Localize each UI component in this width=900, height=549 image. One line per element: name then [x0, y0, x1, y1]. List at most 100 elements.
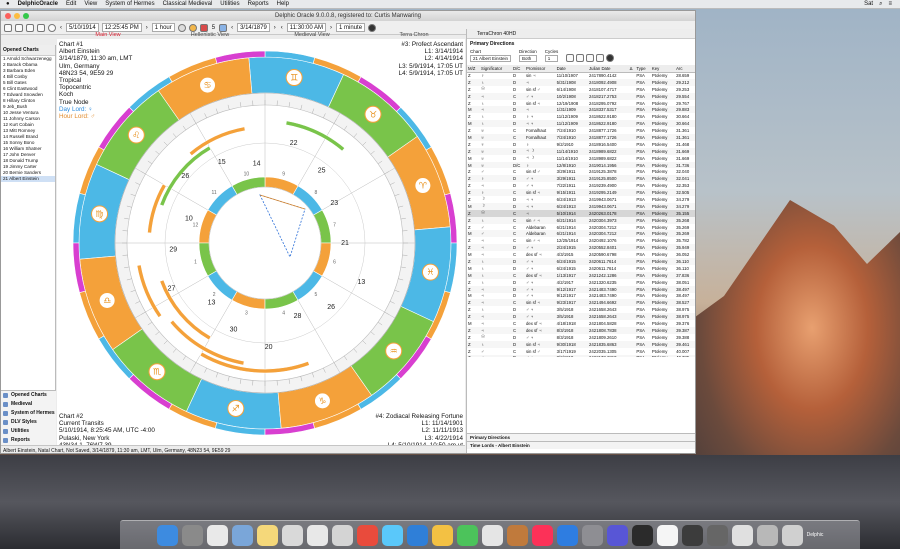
chart-wheel-icon[interactable] — [48, 23, 56, 32]
print-icon[interactable] — [37, 23, 45, 32]
column-header[interactable]: Arc — [675, 65, 695, 73]
dock-app-icon[interactable] — [756, 524, 778, 546]
menu-help[interactable]: Help — [277, 1, 289, 7]
menu-system-of-hermes[interactable]: System of Hermes — [105, 1, 154, 7]
tab-medieval-view[interactable]: Medieval View — [261, 31, 363, 39]
dock-app-icon[interactable] — [681, 524, 703, 546]
table-row[interactable]: Z ♃ D ♂ ♃ 2/24/1915 2420552.8401 PSA Ptolemy 35.… — [467, 244, 695, 252]
table-row[interactable]: M ♅ D/C ♀ 12/8/1910 2419014.1956 PSA Ptolemy 31.… — [467, 161, 695, 169]
column-header[interactable]: Julian Date — [588, 65, 629, 73]
export-icon[interactable] — [586, 54, 595, 62]
table-row[interactable]: M ☽ D ♃ ♃ 6/24/1913 2419943.0671 PSA Ptolemy 34.… — [467, 202, 695, 210]
table-row[interactable]: M ♅ D ♃ ☽ 11/14/1910 2418989.6822 PSA Ptolemy 31… — [467, 155, 695, 162]
dock-app-icon[interactable] — [206, 524, 228, 546]
dock-app-icon[interactable] — [506, 524, 528, 546]
table-row[interactable]: Z ☉ C ♃ 5/10/1914 2420263.0178 PSA Ptolemy 35.15… — [467, 209, 695, 217]
settings-icon[interactable] — [596, 54, 605, 62]
next-progression-button[interactable]: › — [273, 25, 277, 31]
table-row[interactable]: Z ♀ D ♂ ♃ 3/29/1911 2419125.8500 PSA Ptolemy 32.… — [467, 175, 695, 183]
table-row[interactable]: M ♃ Cdex sf ♃ 4/3/1915 2420590.6798 PSA Ptolem… — [467, 251, 695, 258]
column-header[interactable]: Δ — [628, 65, 636, 73]
dock-app-icon[interactable] — [231, 524, 253, 546]
close-window-icon[interactable] — [5, 13, 11, 19]
table-row[interactable]: Z ♅ C Fomalhaut 7/24/1910 2418877.1726 PSA Ptol… — [467, 127, 695, 134]
dock-app-icon[interactable] — [406, 524, 428, 546]
dock-app-icon[interactable] — [631, 524, 653, 546]
table-row[interactable]: Z♃D♂ ♃8/2/19192422173.2810 PSAPtolemy40.3… — [467, 354, 695, 357]
table-row[interactable]: Z ♃ Csin sf ♃ 9/23/1917 2421494.6692 PSA Ptole… — [467, 299, 695, 307]
dock-app-icon[interactable] — [606, 524, 628, 546]
column-header[interactable]: Date — [555, 65, 589, 73]
primary-directions-footer[interactable]: Primary Directions — [467, 433, 695, 441]
table-row[interactable]: Z ♃ D ♂ ♃ 7/22/1911 2419239.4900 PSA Ptolemy 32.… — [467, 182, 695, 189]
dock-app-icon[interactable] — [556, 524, 578, 546]
menu-reports[interactable]: Reports — [248, 1, 269, 7]
table-row[interactable]: Z ♃ Csin ♂ ♃ 12/25/1914 2420492.1076 PSA Ptole… — [467, 237, 695, 244]
nav-opened-charts[interactable]: Opened Charts — [1, 391, 56, 400]
menu-clock[interactable]: Sat — [864, 1, 873, 8]
table-row[interactable]: Z ♂ Csin sf ♂ 3/29/1911 2419125.3878 PSA Ptole… — [467, 168, 695, 175]
table-row[interactable]: Z ♄ D ♂ ♃ 6/24/1915 2420611.7614 PSA Ptolemy 36.… — [467, 258, 695, 265]
table-row[interactable]: Z ♄ Dsin sf ♃ 9/30/1918 2421835.6863 PSA Ptole… — [467, 340, 695, 348]
dock-app-icon[interactable] — [181, 524, 203, 546]
refresh-icon[interactable] — [566, 54, 575, 62]
next-time-button[interactable]: › — [329, 25, 333, 31]
table-row[interactable]: Z ☉ D ♂ ♃ 8/3/1918 2421809.2610 PSA Ptolemy 39.3… — [467, 334, 695, 341]
dock-app-icon[interactable] — [481, 524, 503, 546]
table-row[interactable]: Z ♃ D ♂ ♃ 3/5/1918 2421658.2643 PSA Ptolemy 38.9… — [467, 313, 695, 321]
dock-app-icon[interactable] — [431, 524, 453, 546]
table-row[interactable]: Z ♃ C ♂ ♃ 10/2/1908 2418217.2753 PSA Ptolemy 29.… — [467, 92, 695, 100]
dock-app-icon[interactable] — [531, 524, 553, 546]
dock-app-icon[interactable] — [306, 524, 328, 546]
menu-utilities[interactable]: Utilities — [220, 1, 239, 7]
table-row[interactable]: M ♄ D ♃ ♃ 11/12/1909 2418622.9180 PSA Ptolemy 30… — [467, 120, 695, 128]
table-row[interactable]: Z ♄ D ♃ 5/31/1908 2418092.4908 PSA Ptolemy 29.21… — [467, 78, 695, 86]
dock-app-icon[interactable] — [456, 524, 478, 546]
table-row[interactable]: Z ♆ D ♀ 9/2/1910 2418916.5400 PSA Ptolemy 31.468 — [467, 141, 695, 148]
column-header[interactable]: Promissor — [524, 65, 556, 73]
table-row[interactable]: M ♅ C Fomalhaut 7/24/1910 2418877.1726 PSA Ptol… — [467, 134, 695, 141]
dock-app-icon[interactable] — [256, 524, 278, 546]
table-row[interactable]: Z ♃ Cdex sf ♃ 8/3/1918 2421808.7838 PSA Ptolem… — [467, 326, 695, 334]
print-directions-icon[interactable] — [576, 54, 585, 62]
menu-view[interactable]: View — [84, 1, 97, 7]
search-icon[interactable]: ⌕ — [879, 1, 882, 8]
menu-edit[interactable]: Edit — [66, 1, 76, 7]
column-header[interactable]: Significator — [479, 65, 512, 73]
menu-list-icon[interactable]: ≡ — [888, 1, 892, 8]
close-icon[interactable] — [606, 54, 615, 62]
nav-utilities[interactable]: Utilities — [1, 427, 56, 436]
tab-main-view[interactable]: Main View — [57, 31, 159, 39]
opened-chart-item[interactable]: 21 Albert Einstein — [1, 176, 55, 182]
minimize-window-icon[interactable] — [14, 13, 20, 19]
table-row[interactable]: M ♄ Cdex sf ♃ 1/13/1917 2421242.1286 PSA Ptole… — [467, 271, 695, 279]
dock-app-icon[interactable] — [356, 524, 378, 546]
previous-time-button[interactable]: ‹ — [280, 25, 284, 31]
dock-app-icon[interactable] — [156, 524, 178, 546]
table-row[interactable]: M ♂ C Aldebaran 6/21/1914 2420304.7212 PSA Ptol… — [467, 230, 695, 238]
save-chart-icon[interactable] — [26, 23, 34, 32]
table-row[interactable]: Z ☽ D ♃ ♃ 6/24/1913 2419943.0671 PSA Ptolemy 34.… — [467, 196, 695, 203]
table-row[interactable]: Z ♄ D ♂ ♃ 4/2/1917 2421320.6235 PSA Ptolemy 38.0… — [467, 279, 695, 286]
next-step-button[interactable]: › — [145, 25, 149, 31]
table-row[interactable]: Z ♂ C Aldebaran 6/21/1914 2420304.7212 PSA Ptol… — [467, 224, 695, 231]
table-row[interactable]: Z ♄ D ♀ ♃ 11/12/1909 2418622.9180 PSA Ptolemy 30… — [467, 113, 695, 120]
table-row[interactable]: Z ♅ D ♃ ☽ 11/14/1910 2418989.6822 PSA Ptolemy 31… — [467, 147, 695, 155]
apple-icon[interactable]: ● — [6, 1, 10, 7]
previous-step-button[interactable]: ‹ — [59, 25, 63, 31]
dock-app-icon[interactable] — [656, 524, 678, 546]
table-row[interactable]: Z ♄ Dsin sf ♃ 12/19/1908 2418295.0792 PSA Ptol… — [467, 100, 695, 107]
dock-app-icon[interactable] — [781, 524, 803, 546]
table-row[interactable]: Z ♇ Dsin ♃ 11/10/1907 2417890.4142 PSA Ptolemy… — [467, 72, 695, 79]
dock-app-icon[interactable] — [331, 524, 353, 546]
table-row[interactable]: Z ♄ D ♂ ♃ 3/5/1918 2421658.2643 PSA Ptolemy 38.9… — [467, 306, 695, 313]
dock-app-icon[interactable] — [281, 524, 303, 546]
dock-app-icon[interactable] — [706, 524, 728, 546]
number-value[interactable]: 5 — [211, 25, 216, 31]
cycles-stepper[interactable]: 1 — [544, 55, 559, 62]
table-row[interactable]: Z ♃ D ♂ ♃ 9/12/1917 2421483.7490 PSA Ptolemy 38.… — [467, 285, 695, 293]
new-chart-icon[interactable] — [4, 23, 12, 32]
open-chart-icon[interactable] — [15, 23, 23, 32]
table-row[interactable]: M ♃ D ♂ ♃ 9/12/1917 2421483.7490 PSA Ptolemy 38.… — [467, 293, 695, 300]
dock-app-icon[interactable] — [581, 524, 603, 546]
